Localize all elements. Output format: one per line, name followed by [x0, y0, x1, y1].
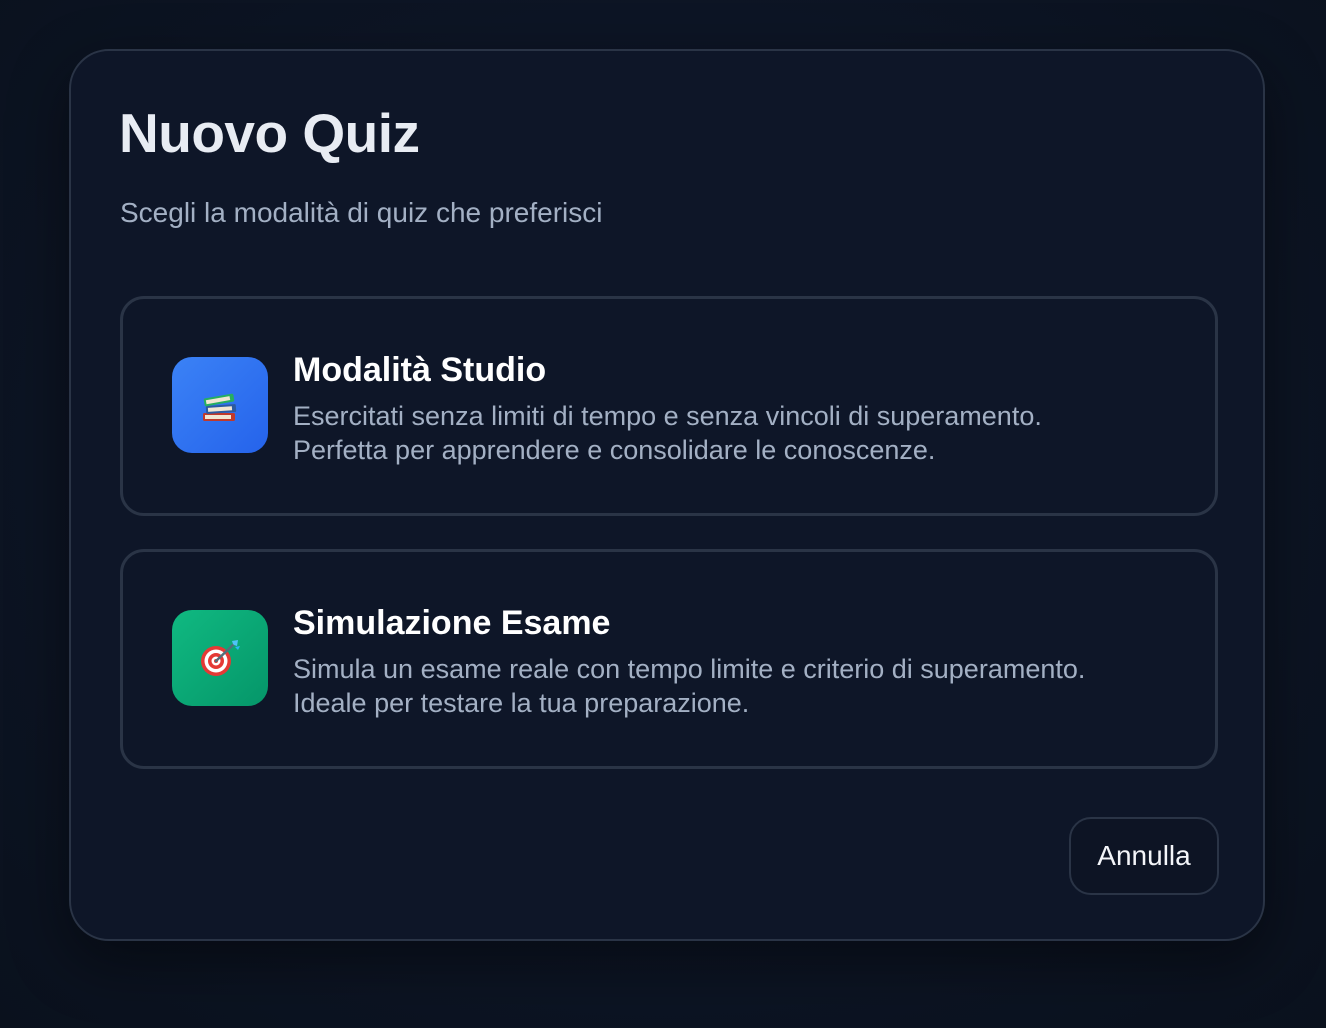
exam-simulation-option[interactable]: Simulazione Esame Simula un esame reale … — [120, 549, 1218, 769]
study-mode-description-line1: Esercitati senza limiti di tempo e senza… — [293, 401, 1042, 431]
cancel-button[interactable]: Annulla — [1069, 817, 1219, 895]
target-dart-icon — [172, 610, 268, 706]
new-quiz-dialog: Nuovo Quiz Scegli la modalità di quiz ch… — [69, 49, 1265, 941]
exam-simulation-title: Simulazione Esame — [293, 604, 611, 642]
exam-simulation-description-line2: Ideale per testare la tua preparazione. — [293, 688, 750, 718]
exam-simulation-description-line1: Simula un esame reale con tempo limite e… — [293, 654, 1086, 684]
study-mode-title: Modalità Studio — [293, 351, 547, 389]
dialog-subtitle: Scegli la modalità di quiz che preferisc… — [120, 197, 603, 228]
study-mode-option[interactable]: Modalità Studio Esercitati senza limiti … — [120, 296, 1218, 516]
books-icon — [172, 357, 268, 453]
exam-simulation-description: Simula un esame reale con tempo limite e… — [293, 652, 1193, 720]
study-mode-description-line2: Perfetta per apprendere e consolidare le… — [293, 435, 936, 465]
dialog-title: Nuovo Quiz — [119, 102, 420, 164]
study-mode-description: Esercitati senza limiti di tempo e senza… — [293, 399, 1193, 467]
